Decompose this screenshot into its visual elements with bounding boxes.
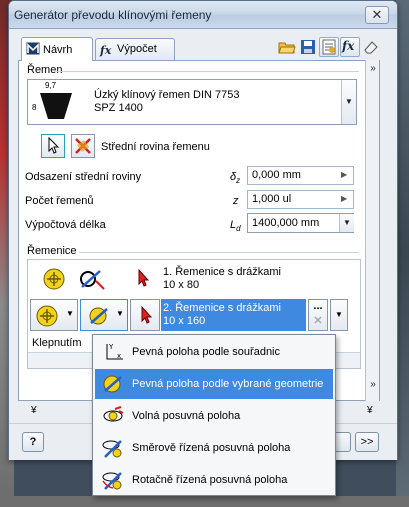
offset-expand-arrow[interactable]: ▶ bbox=[341, 170, 347, 179]
geometry-position-icon bbox=[103, 375, 122, 393]
geometry-position-icon[interactable] bbox=[78, 267, 106, 291]
tab-vypocet[interactable]: fx Výpočet bbox=[95, 38, 175, 60]
menu-item-free-sliding[interactable]: Volná posuvná poloha bbox=[95, 401, 333, 431]
eraser-button[interactable] bbox=[361, 37, 381, 57]
tab-navrh[interactable]: Návrh bbox=[21, 37, 93, 61]
rail-expand-top-button[interactable]: » bbox=[366, 62, 380, 76]
mid-plane-icon bbox=[75, 138, 91, 154]
belt-count-expand-arrow[interactable]: ▶ bbox=[341, 194, 347, 203]
menu-item-coordinate-position[interactable]: Yx Pevná poloha podle souřadnic bbox=[95, 337, 333, 367]
eraser-icon bbox=[364, 41, 378, 54]
belt-name-line1: Úzký klínový řemen DIN 7753 bbox=[94, 89, 240, 101]
pulley-row-dropdown-arrow[interactable]: ▼ bbox=[330, 299, 348, 331]
coordinate-position-icon: Yx bbox=[106, 343, 123, 360]
design-length-value: 1400,000 mm bbox=[252, 217, 320, 229]
pulley-row-2[interactable]: ▼ ▼ 2. Řemenice s drážkami 10 x 160 ... … bbox=[28, 298, 360, 332]
status-hint-text: Klepnutím bbox=[32, 337, 82, 349]
open-folder-icon bbox=[278, 42, 296, 54]
more-options-button[interactable]: >> bbox=[355, 432, 379, 452]
select-plane-button[interactable] bbox=[41, 134, 65, 158]
cursor-arrow-icon bbox=[141, 305, 153, 324]
pulley-type-button[interactable]: ▼ bbox=[30, 299, 78, 331]
open-folder-button[interactable] bbox=[277, 37, 297, 57]
pulley-2-select-button[interactable] bbox=[130, 299, 160, 331]
save-icon bbox=[301, 40, 315, 54]
menu-item-geometry-position[interactable]: Pevná poloha podle vybrané geometrie bbox=[95, 369, 333, 399]
geometry-position-icon bbox=[89, 307, 108, 325]
belt-name-line2: SPZ 1400 bbox=[94, 102, 143, 114]
belt-thumb-top-dim: 9,7 bbox=[45, 81, 57, 90]
menu-item-rotational-sliding[interactable]: Rotačně řízená posuvná poloha bbox=[95, 465, 333, 495]
background-scene-bottom bbox=[0, 496, 409, 507]
options-button[interactable] bbox=[319, 37, 339, 57]
directional-sliding-position-icon bbox=[102, 440, 122, 458]
cursor-arrow-icon bbox=[48, 136, 60, 154]
menu-item-directional-sliding[interactable]: Směrově řízená posuvná poloha bbox=[95, 433, 333, 463]
offset-symbol: δz bbox=[230, 171, 241, 186]
design-length-symbol: Ld bbox=[230, 219, 241, 234]
close-button[interactable]: ✕ bbox=[365, 6, 389, 24]
belt-section-title: Řemen bbox=[27, 64, 63, 76]
belt-count-input[interactable]: 1,000 ul ▶ bbox=[247, 190, 354, 209]
help-button[interactable]: ? bbox=[22, 432, 44, 452]
side-rail: » » bbox=[365, 60, 379, 401]
rail-expand-bottom-button[interactable]: » bbox=[366, 378, 380, 392]
placement-type-dropdown-arrow[interactable]: ▼ bbox=[116, 309, 124, 318]
svg-text:Y: Y bbox=[108, 343, 114, 351]
mid-plane-button[interactable] bbox=[71, 134, 95, 158]
pulley-grooved-icon bbox=[36, 305, 58, 327]
offset-input[interactable]: 0,000 mm ▶ bbox=[247, 166, 354, 185]
fx-icon: fx bbox=[342, 39, 355, 53]
collapse-left-button[interactable]: ¥ bbox=[31, 405, 37, 416]
pulley-grooved-icon[interactable] bbox=[42, 267, 66, 291]
design-length-select[interactable]: 1400,000 mm ▼ bbox=[247, 213, 354, 233]
save-button[interactable] bbox=[298, 37, 318, 57]
options-icon bbox=[322, 39, 336, 55]
pulley-delete-icon[interactable]: ✕ bbox=[309, 314, 327, 327]
belt-type-select[interactable]: 9,7 8 Úzký klínový řemen DIN 7753 SPZ 14… bbox=[27, 79, 357, 125]
dialog-title: Generátor převodu klínovými řemeny bbox=[14, 8, 212, 22]
pulley-1-label: 1. Řemenice s drážkami 10 x 80 bbox=[163, 266, 281, 291]
rotational-sliding-position-icon bbox=[102, 472, 122, 490]
belt-thumb-side-dim: 8 bbox=[32, 103, 37, 112]
fx-button[interactable]: fx bbox=[340, 37, 360, 57]
collapse-right-button[interactable]: ¥ bbox=[367, 405, 373, 416]
pulley-row-1[interactable]: 1. Řemenice s drážkami 10 x 80 bbox=[28, 262, 360, 296]
calculation-tab-icon: fx bbox=[100, 44, 112, 57]
pulley-more-button[interactable]: ... ✕ bbox=[308, 299, 328, 331]
placement-dropdown-menu: Yx Pevná poloha podle souřadnic Pevná po… bbox=[92, 334, 336, 496]
offset-label: Odsazení střední roviny bbox=[25, 171, 142, 183]
pulley-type-dropdown-arrow[interactable]: ▼ bbox=[66, 309, 74, 318]
design-length-label: Výpočtová délka bbox=[25, 219, 106, 231]
belt-section-divider bbox=[54, 71, 359, 72]
belt-name: Úzký klínový řemen DIN 7753 SPZ 1400 bbox=[94, 89, 240, 115]
title-bar[interactable]: Generátor převodu klínovými řemeny ✕ bbox=[9, 1, 397, 29]
tab-vypocet-label: Výpočet bbox=[117, 43, 157, 55]
placement-type-button[interactable]: ▼ bbox=[80, 299, 128, 331]
design-tab-icon bbox=[26, 42, 40, 55]
belt-count-symbol: z bbox=[233, 195, 239, 207]
belt-thumbnail: 9,7 8 bbox=[31, 81, 77, 122]
pulley-2-label[interactable]: 2. Řemenice s drážkami 10 x 160 bbox=[161, 299, 306, 331]
pulleys-section-divider bbox=[79, 252, 359, 253]
v-belt-profile-icon bbox=[40, 93, 72, 119]
belt-count-label: Počet řemenů bbox=[25, 195, 94, 207]
pulleys-section-title: Řemenice bbox=[27, 245, 77, 257]
belt-type-dropdown-arrow[interactable]: ▼ bbox=[341, 80, 356, 124]
tab-navrh-label: Návrh bbox=[43, 44, 73, 56]
free-sliding-position-icon bbox=[103, 406, 124, 422]
design-length-dropdown-arrow[interactable]: ▼ bbox=[339, 214, 354, 232]
mid-plane-label: Střední rovina řemenu bbox=[101, 141, 210, 153]
svg-text:x: x bbox=[117, 352, 121, 360]
cursor-arrow-icon[interactable] bbox=[134, 268, 154, 290]
